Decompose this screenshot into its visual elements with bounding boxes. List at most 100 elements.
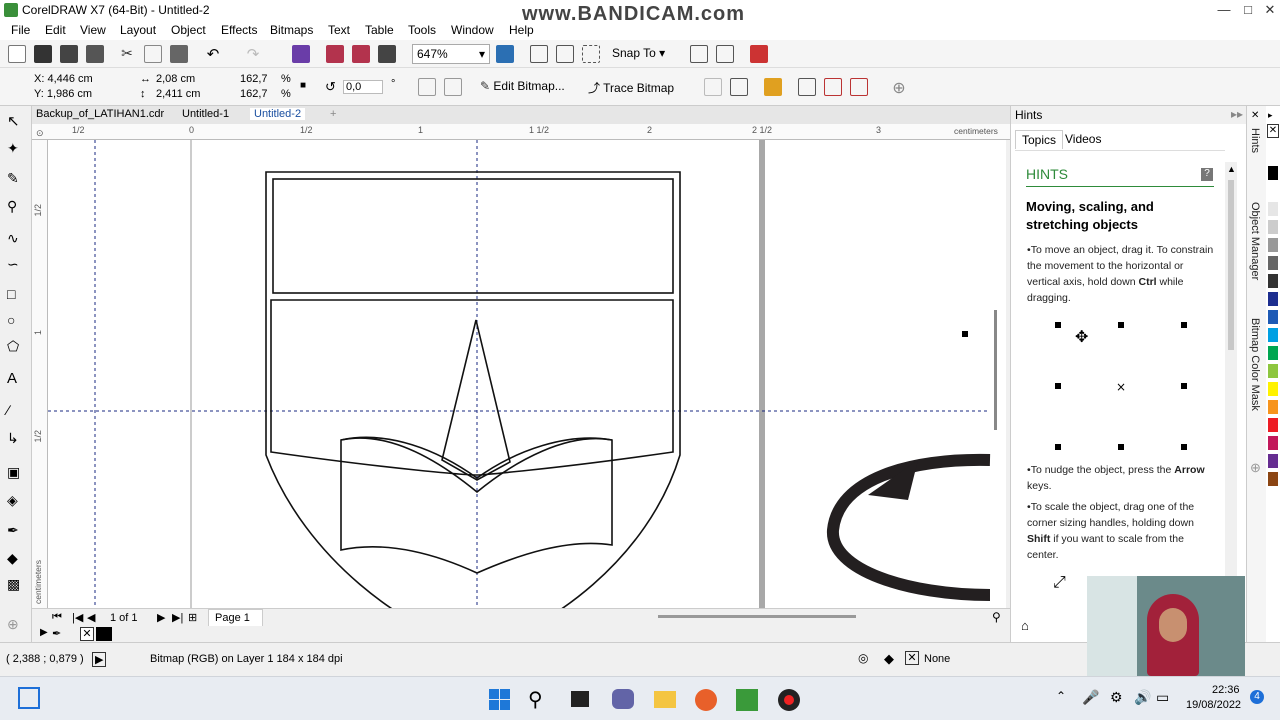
menu-effects[interactable]: Effects — [221, 23, 257, 37]
mirror-horizontal-icon[interactable] — [418, 78, 436, 96]
menu-object[interactable]: Object — [171, 23, 206, 37]
maximize-icon[interactable]: □ — [1238, 2, 1258, 18]
save-icon[interactable] — [60, 45, 78, 63]
dimension-tool-icon[interactable]: ∕ — [7, 402, 25, 420]
language-icon[interactable]: ⚙ — [1110, 689, 1123, 706]
collapse-panel-icon[interactable]: ▸▸ — [1231, 107, 1243, 121]
undo-icon[interactable]: ↶ — [204, 45, 222, 63]
shape-tool-icon[interactable]: ✦ — [7, 140, 25, 158]
vertical-ruler[interactable]: 1/2 1/2 1 centimeters — [32, 140, 48, 610]
scale-x-field[interactable]: 162,7 — [240, 73, 268, 85]
menu-file[interactable]: File — [11, 23, 30, 37]
scale-y-field[interactable]: 162,7 — [240, 88, 268, 100]
trace-bitmap-button[interactable]: ⤴ Trace Bitmap — [588, 79, 674, 96]
color-swatch[interactable] — [1268, 310, 1278, 324]
spear-shape[interactable] — [441, 319, 511, 481]
bitmap-color-mask-icon[interactable] — [764, 78, 782, 96]
object-origin-icon[interactable] — [8, 76, 26, 94]
add-docker-icon[interactable]: ⊕ — [1250, 460, 1261, 476]
x-position-field[interactable]: X: 4,446 cm — [34, 73, 93, 85]
menu-tools[interactable]: Tools — [408, 23, 436, 37]
shield-top-panel[interactable] — [272, 178, 674, 294]
first-page-icon[interactable]: ⏮ — [52, 611, 62, 624]
shield-logo-drawing[interactable] — [265, 171, 681, 608]
color-swatch[interactable] — [1268, 454, 1278, 468]
volume-icon[interactable]: 🔊 — [1134, 689, 1151, 706]
close-docker-icon[interactable]: ✕ — [1251, 110, 1259, 121]
side-tab-hints[interactable]: Hints — [1249, 128, 1261, 153]
microphone-icon[interactable]: 🎤 — [1082, 689, 1099, 706]
crop-tool-icon[interactable]: ✎ — [7, 170, 25, 188]
eyedropper-tool-icon[interactable]: ✒ — [7, 522, 25, 540]
no-color-swatch[interactable]: ✕ — [1267, 124, 1279, 138]
menu-bitmaps[interactable]: Bitmaps — [270, 23, 313, 37]
horizontal-scrollbar[interactable] — [658, 615, 856, 618]
publish-pdf-icon[interactable] — [378, 45, 396, 63]
play-macro-icon[interactable]: ▶ — [92, 652, 107, 667]
task-view-icon[interactable] — [18, 687, 40, 709]
color-swatch[interactable] — [1268, 436, 1278, 450]
tab-backup-latihan1[interactable]: Backup_of_LATIHAN1.cdr — [32, 108, 168, 120]
drawing-canvas[interactable] — [48, 140, 1006, 608]
color-swatch[interactable] — [1268, 292, 1278, 306]
drop-shadow-tool-icon[interactable]: ▣ — [7, 464, 25, 482]
ruler-origin-icon[interactable]: ⊙ — [36, 128, 44, 139]
menu-help[interactable]: Help — [509, 23, 534, 37]
clock-time[interactable]: 22:36 — [1212, 684, 1240, 696]
quick-customize-icon[interactable]: ⊕ — [890, 78, 908, 97]
text-tool-icon[interactable]: A — [7, 370, 25, 388]
palette-scroll-up-icon[interactable]: ▸ — [1268, 110, 1273, 121]
welcome-screen-icon[interactable] — [750, 45, 768, 63]
resample-icon[interactable] — [730, 78, 748, 96]
search-content-icon[interactable] — [292, 45, 310, 63]
polygon-tool-icon[interactable]: ⬠ — [7, 338, 25, 356]
to-front-icon[interactable] — [824, 78, 842, 96]
side-tab-object-manager[interactable]: Object Manager — [1249, 202, 1261, 280]
first-page-button[interactable]: |◀ — [72, 611, 83, 624]
paste-icon[interactable] — [170, 45, 188, 63]
color-swatch[interactable] — [1268, 400, 1278, 414]
freehand-tool-icon[interactable]: ∿ — [7, 230, 25, 248]
copy-icon[interactable] — [144, 45, 162, 63]
add-tab-icon[interactable]: + — [326, 108, 340, 120]
artistic-media-tool-icon[interactable]: ∽ — [7, 256, 25, 274]
scroll-up-icon[interactable]: ▲ — [1227, 164, 1236, 174]
color-swatch[interactable] — [1268, 166, 1278, 180]
color-swatch[interactable] — [1268, 364, 1278, 378]
height-field[interactable]: 2,411 cm — [156, 88, 200, 100]
connector-tool-icon[interactable]: ↳ — [7, 430, 25, 448]
show-hidden-icons-icon[interactable]: ⌃ — [1056, 689, 1066, 703]
edit-bitmap-button[interactable]: ✎ Edit Bitmap... — [480, 79, 565, 93]
snap-to-dropdown[interactable]: Snap To ▾ — [612, 46, 665, 60]
open-icon[interactable] — [34, 45, 52, 63]
home-icon[interactable]: ⌂ — [1021, 618, 1029, 633]
menu-edit[interactable]: Edit — [45, 23, 66, 37]
rectangle-tool-icon[interactable]: □ — [7, 286, 25, 304]
show-rulers-icon[interactable] — [530, 45, 548, 63]
cut-icon[interactable]: ✂ — [118, 45, 136, 63]
clock-date[interactable]: 19/08/2022 — [1186, 699, 1241, 711]
menu-text[interactable]: Text — [328, 23, 350, 37]
shield-outline[interactable] — [265, 171, 681, 608]
coreldraw-taskbar-icon[interactable] — [734, 687, 760, 711]
black-swatch[interactable] — [96, 627, 112, 641]
hints-scrollbar-thumb[interactable] — [1228, 180, 1234, 350]
book-shape[interactable] — [340, 436, 613, 574]
color-proofing-icon[interactable]: ◎ — [858, 651, 868, 665]
menu-window[interactable]: Window — [451, 23, 494, 37]
hints-scrollbar[interactable]: ▲ — [1225, 162, 1237, 632]
palette-expand-icon[interactable]: ▶ — [40, 627, 48, 638]
selection-handle[interactable] — [962, 331, 968, 337]
file-explorer-icon[interactable] — [652, 687, 678, 711]
horizontal-ruler[interactable]: ⊙ 1/2 0 1/2 1 1 1/2 2 2 1/2 3 centimeter… — [32, 124, 1010, 140]
mirror-vertical-icon[interactable] — [444, 78, 462, 96]
tab-videos[interactable]: Videos — [1059, 130, 1107, 148]
color-swatch[interactable] — [1268, 346, 1278, 360]
lock-ratio-icon[interactable]: ■ — [300, 80, 306, 91]
vertical-scrollbar-thumb[interactable] — [994, 310, 997, 430]
help-icon[interactable]: ? — [1201, 168, 1213, 181]
no-fill-swatch[interactable]: ✕ — [905, 651, 919, 665]
pick-tool-icon[interactable]: ↖ — [7, 112, 25, 130]
fill-icon[interactable]: ◆ — [884, 651, 894, 667]
show-guidelines-icon[interactable] — [582, 45, 600, 63]
